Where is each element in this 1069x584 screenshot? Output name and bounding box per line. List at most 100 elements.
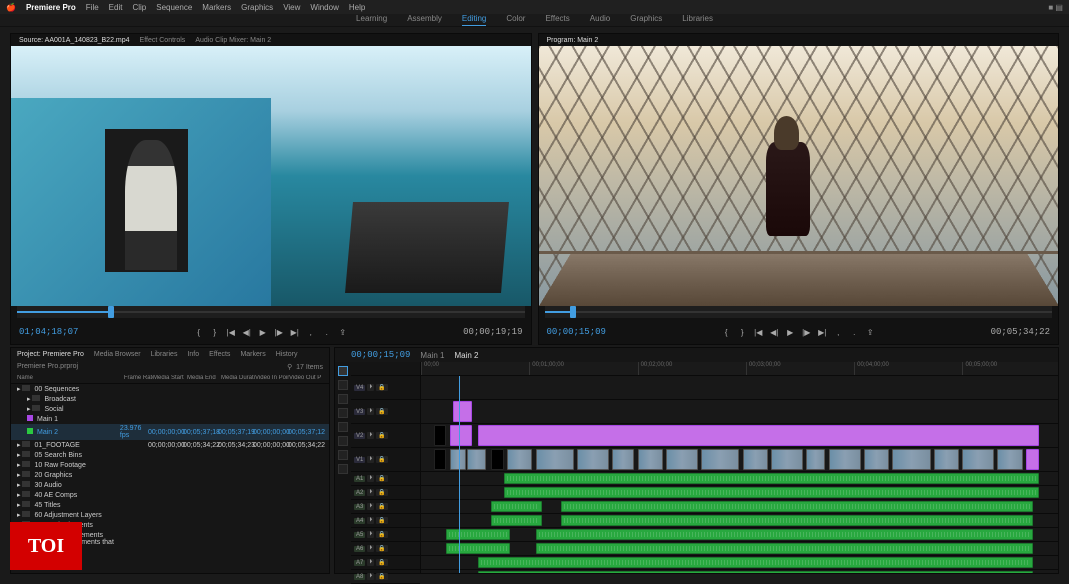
project-row[interactable]: ▸ 10 Raw Footage xyxy=(11,460,329,470)
track-row[interactable] xyxy=(421,570,1058,573)
workspace-libraries[interactable]: Libraries xyxy=(682,14,713,26)
track-header-a8[interactable]: A8⏵🔒 xyxy=(351,570,420,584)
clip[interactable] xyxy=(504,487,1039,498)
clip[interactable] xyxy=(478,425,1039,446)
project-tab[interactable]: Markers xyxy=(240,351,265,358)
clip[interactable] xyxy=(491,449,504,470)
track-header-v4[interactable]: V4⏵🔒 xyxy=(351,376,420,400)
timeline-playhead[interactable] xyxy=(459,376,460,573)
project-tab[interactable]: Info xyxy=(187,351,199,358)
column-header[interactable]: Media Duratio xyxy=(221,375,255,381)
apple-icon[interactable]: 🍎 xyxy=(6,3,16,12)
track-header-a1[interactable]: A1⏵🔒 xyxy=(351,472,420,486)
selection-tool[interactable] xyxy=(338,366,348,376)
clip[interactable] xyxy=(1026,449,1039,470)
project-tab[interactable]: Libraries xyxy=(151,351,178,358)
slip-tool[interactable] xyxy=(338,422,348,432)
clip[interactable] xyxy=(450,425,472,446)
tab[interactable]: Audio Clip Mixer: Main 2 xyxy=(195,37,271,44)
track-select-tool[interactable] xyxy=(338,380,348,390)
workspace-effects[interactable]: Effects xyxy=(545,14,569,26)
track-row[interactable] xyxy=(421,472,1058,486)
clip[interactable] xyxy=(491,515,542,526)
track-header-v2[interactable]: V2⏵🔒 xyxy=(351,424,420,448)
tab[interactable]: Effect Controls xyxy=(140,37,186,44)
menu-markers[interactable]: Markers xyxy=(202,3,231,12)
program-timecode-out[interactable]: 00;05;34;22 xyxy=(991,327,1050,337)
project-tab[interactable]: History xyxy=(276,351,298,358)
project-row[interactable]: ▸ 01_FOOTAGE00;00;00;0000;05;34;2200;05;… xyxy=(11,440,329,450)
menu-file[interactable]: File xyxy=(86,3,99,12)
clip[interactable] xyxy=(743,449,768,470)
clip[interactable] xyxy=(450,449,466,470)
track-row[interactable] xyxy=(421,500,1058,514)
column-header[interactable]: Media Start xyxy=(153,375,187,381)
clip[interactable] xyxy=(453,401,472,422)
menu-help[interactable]: Help xyxy=(349,3,365,12)
workspace-audio[interactable]: Audio xyxy=(590,14,610,26)
timeline-ruler[interactable]: 00;0000;01;00;0000;02;00;0000;03;00;0000… xyxy=(421,362,1058,376)
project-row[interactable]: ▸ 20 Graphics xyxy=(11,470,329,480)
menu-window[interactable]: Window xyxy=(310,3,338,12)
workspace-color[interactable]: Color xyxy=(506,14,525,26)
insert-button[interactable]: , xyxy=(833,327,843,337)
track-row[interactable] xyxy=(421,556,1058,570)
project-row[interactable]: ▸ 00 Sequences xyxy=(11,384,329,394)
clip[interactable] xyxy=(997,449,1022,470)
search-icon[interactable]: ⚲ xyxy=(287,364,292,371)
clip[interactable] xyxy=(577,449,609,470)
workspace-assembly[interactable]: Assembly xyxy=(407,14,442,26)
razor-tool[interactable] xyxy=(338,408,348,418)
track-header-a4[interactable]: A4⏵🔒 xyxy=(351,514,420,528)
mark-out-button[interactable]: } xyxy=(210,327,220,337)
clip[interactable] xyxy=(491,501,542,512)
clip[interactable] xyxy=(434,425,447,446)
project-row[interactable]: Main 1 xyxy=(11,414,329,424)
track-row[interactable] xyxy=(421,376,1058,400)
source-monitor-view[interactable] xyxy=(11,46,531,306)
project-row[interactable]: ▸ Social xyxy=(11,404,329,414)
project-row[interactable]: ▸ Broadcast xyxy=(11,394,329,404)
sequence-tab[interactable]: Main 1 xyxy=(420,351,444,360)
hand-tool[interactable] xyxy=(338,450,348,460)
project-row[interactable]: ▸ 30 Audio xyxy=(11,480,329,490)
track-header-a7[interactable]: A7⏵🔒 xyxy=(351,556,420,570)
track-header-v1[interactable]: V1⏵🔒 xyxy=(351,448,420,472)
step-back-button[interactable]: ◀| xyxy=(242,327,252,337)
insert-button[interactable]: , xyxy=(306,327,316,337)
track-row[interactable] xyxy=(421,542,1058,556)
source-timecode-out[interactable]: 00;00;19;19 xyxy=(463,327,522,337)
clip[interactable] xyxy=(612,449,634,470)
sequence-tab[interactable]: Main 2 xyxy=(454,351,478,360)
clip[interactable] xyxy=(446,543,510,554)
project-row[interactable]: ▸ 60 Adjustment Layers xyxy=(11,510,329,520)
menu-sequence[interactable]: Sequence xyxy=(156,3,192,12)
track-header-a2[interactable]: A2⏵🔒 xyxy=(351,486,420,500)
play-button[interactable]: ▶ xyxy=(785,327,795,337)
track-row[interactable] xyxy=(421,400,1058,424)
tab[interactable]: Source: AA001A_140823_B22.mp4 xyxy=(19,37,130,44)
mark-in-button[interactable]: { xyxy=(721,327,731,337)
project-row[interactable]: Main 223.976 fps00;00;00;0000;05;37;1800… xyxy=(11,424,329,440)
source-scrubber[interactable] xyxy=(17,306,525,318)
menu-graphics[interactable]: Graphics xyxy=(241,3,273,12)
clip[interactable] xyxy=(561,501,1032,512)
overwrite-button[interactable]: . xyxy=(849,327,859,337)
track-row[interactable] xyxy=(421,514,1058,528)
clip[interactable] xyxy=(507,449,532,470)
clip[interactable] xyxy=(478,571,1032,573)
program-scrubber[interactable] xyxy=(545,306,1053,318)
workspace-learning[interactable]: Learning xyxy=(356,14,387,26)
column-header[interactable]: Video In Point xyxy=(255,375,289,381)
track-row[interactable] xyxy=(421,424,1058,448)
clip[interactable] xyxy=(829,449,861,470)
project-row[interactable]: ▸ 40 AE Comps xyxy=(11,490,329,500)
tab[interactable]: Program: Main 2 xyxy=(547,37,599,44)
export-button[interactable]: ⇪ xyxy=(865,327,875,337)
clip[interactable] xyxy=(504,473,1039,484)
go-to-in-button[interactable]: |◀ xyxy=(226,327,236,337)
menu-clip[interactable]: Clip xyxy=(132,3,146,12)
menu-view[interactable]: View xyxy=(283,3,300,12)
clip[interactable] xyxy=(806,449,825,470)
column-header[interactable]: Video Out P xyxy=(289,375,323,381)
